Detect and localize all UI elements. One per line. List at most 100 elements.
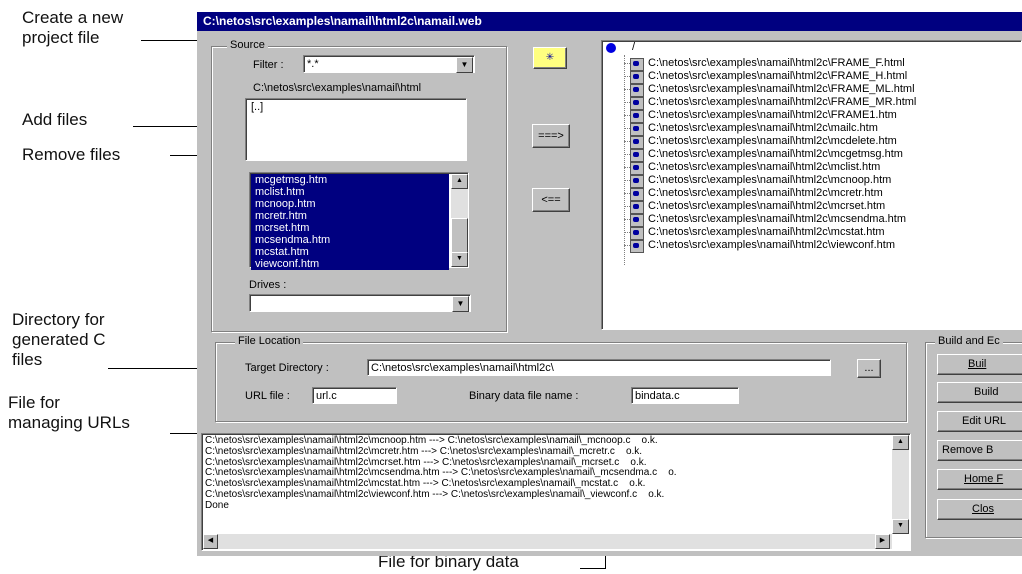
tree-files: C:\netos\src\examples\namail\html2c\FRAM… — [602, 57, 1021, 277]
build-group-label: Build and Ec — [935, 335, 1003, 347]
tree-file-label: C:\netos\src\examples\namail\html2c\mcrs… — [648, 200, 886, 212]
new-project-button[interactable]: ✳ — [533, 47, 567, 69]
html-file-icon — [630, 123, 644, 136]
directory-list[interactable]: [..] — [245, 98, 467, 161]
log-scroll-left-icon[interactable]: ◀ — [203, 534, 218, 549]
binary-file-value: bindata.c — [635, 390, 680, 402]
log-line: Done — [205, 499, 229, 511]
file-list[interactable]: mcgetmsg.htm mclist.htm mcnoop.htm mcret… — [249, 172, 469, 270]
target-directory-value: C:\netos\src\examples\namail\html2c\ — [371, 362, 554, 374]
file-list-item[interactable]: viewconf.htm — [251, 258, 449, 270]
tree-header: / — [632, 41, 636, 53]
current-path: C:\netos\src\examples\namail\html — [253, 82, 422, 94]
build-all-button[interactable]: Build — [937, 382, 1022, 403]
tree-file-label: C:\netos\src\examples\namail\html2c\mcst… — [648, 226, 885, 238]
tree-file-label: C:\netos\src\examples\namail\html2c\mcno… — [648, 174, 892, 186]
file-list-scrollbar[interactable]: ▲ ▼ — [451, 174, 468, 267]
url-file-input[interactable]: url.c — [312, 387, 397, 404]
html-file-icon — [630, 201, 644, 214]
drives-label: Drives : — [249, 279, 287, 291]
callout-create-project: Create a new project file — [22, 8, 124, 47]
file-list-item[interactable]: mclist.htm — [251, 186, 449, 198]
window-title: C:\netos\src\examples\namail\html2c\nama… — [197, 12, 1022, 31]
log-line: C:\netos\src\examples\namail\html2c\mcre… — [205, 445, 643, 457]
callout-remove-files: Remove files — [22, 145, 121, 164]
file-list-item[interactable]: mcrset.htm — [251, 222, 449, 234]
drives-combobox[interactable]: ▼ — [249, 294, 471, 312]
html-file-icon — [630, 97, 644, 110]
tree-file-label: C:\netos\src\examples\namail\html2c\FRAM… — [648, 83, 915, 95]
filter-value: *.* — [307, 58, 319, 70]
browse-button[interactable]: ... — [857, 359, 881, 378]
log-scroll-up-icon[interactable]: ▲ — [892, 435, 909, 450]
target-directory-input[interactable]: C:\netos\src\examples\namail\html2c\ — [367, 359, 831, 376]
drives-dropdown-arrow-icon[interactable]: ▼ — [452, 296, 469, 312]
html-file-icon — [630, 110, 644, 123]
binary-file-label: Binary data file name : — [469, 390, 579, 402]
tree-file-label: C:\netos\src\examples\namail\html2c\mcde… — [648, 135, 897, 147]
log-text: C:\netos\src\examples\namail\html2c\mcno… — [205, 435, 885, 526]
url-file-label: URL file : — [245, 390, 290, 402]
scroll-up-icon[interactable]: ▲ — [451, 174, 468, 189]
callout-add-files: Add files — [22, 110, 88, 129]
file-location-label: File Location — [235, 335, 304, 347]
file-list-item[interactable]: mcretr.htm — [251, 210, 449, 222]
log-scroll-down-icon[interactable]: ▼ — [892, 519, 909, 534]
build-log[interactable]: C:\netos\src\examples\namail\html2c\mcno… — [201, 433, 911, 551]
edit-url-button[interactable]: Edit URL — [937, 411, 1022, 432]
url-file-value: url.c — [316, 390, 337, 402]
scroll-down-icon[interactable]: ▼ — [451, 252, 468, 267]
file-list-item[interactable]: mcsendma.htm — [251, 234, 449, 246]
html-file-icon — [630, 71, 644, 84]
html-file-icon — [630, 240, 644, 253]
build-button[interactable]: Buil — [937, 354, 1022, 375]
callout-file-urls: File for managing URLs — [8, 393, 130, 432]
html2c-window: C:\netos\src\examples\namail\html2c\nama… — [197, 12, 1022, 556]
html-file-icon — [630, 227, 644, 240]
tree-file-label: C:\netos\src\examples\namail\html2c\FRAM… — [648, 57, 905, 69]
source-group-label: Source — [227, 39, 268, 51]
html-file-icon — [630, 58, 644, 71]
tree-file-label: C:\netos\src\examples\namail\html2c\mcli… — [648, 161, 881, 173]
html-file-icon — [630, 136, 644, 149]
log-scrollbar-vertical[interactable]: ▲ ▼ — [892, 435, 909, 534]
tree-file-label: C:\netos\src\examples\namail\html2c\mail… — [648, 122, 878, 134]
html-file-icon — [630, 162, 644, 175]
home-page-button[interactable]: Home F — [937, 469, 1022, 490]
file-list-item[interactable]: mcnoop.htm — [251, 198, 449, 210]
close-button[interactable]: Clos — [937, 499, 1022, 520]
project-tree[interactable]: / C:\netos\src\examples\namail\html2c\FR… — [601, 40, 1022, 330]
tree-file-label: C:\netos\src\examples\namail\html2c\FRAM… — [648, 96, 917, 108]
file-list-item[interactable]: mcstat.htm — [251, 246, 449, 258]
filter-combobox[interactable]: *.* ▼ — [303, 55, 475, 73]
callout-directory-generated: Directory for generated C files — [12, 310, 106, 369]
tree-file-label: C:\netos\src\examples\namail\html2c\mcre… — [648, 187, 883, 199]
tree-file-label: C:\netos\src\examples\namail\html2c\FRAM… — [648, 70, 908, 82]
binary-file-input[interactable]: bindata.c — [631, 387, 739, 404]
filter-dropdown-arrow-icon[interactable]: ▼ — [456, 57, 473, 73]
html-file-icon — [630, 149, 644, 162]
file-list-selection: mcgetmsg.htm mclist.htm mcnoop.htm mcret… — [251, 174, 449, 270]
remove-build-button[interactable]: Remove B — [937, 440, 1022, 461]
remove-files-button[interactable]: <== — [532, 188, 570, 212]
tree-file-label: C:\netos\src\examples\namail\html2c\mcse… — [648, 213, 906, 225]
add-files-button[interactable]: ===> — [532, 124, 570, 148]
tree-file-label: C:\netos\src\examples\namail\html2c\FRAM… — [648, 109, 897, 121]
directory-item[interactable]: [..] — [251, 101, 263, 113]
folder-icon: ✳ — [545, 52, 555, 63]
filter-label: Filter : — [253, 59, 284, 71]
target-directory-label: Target Directory : — [245, 362, 329, 374]
html-file-icon — [630, 175, 644, 188]
log-scroll-right-icon[interactable]: ▶ — [875, 534, 890, 549]
log-scrollbar-horizontal[interactable]: ◀ ▶ — [203, 534, 892, 549]
file-location-group — [215, 342, 907, 422]
html-file-icon — [630, 188, 644, 201]
tree-file-label: C:\netos\src\examples\namail\html2c\view… — [648, 239, 895, 251]
tree-root-node[interactable] — [606, 43, 616, 53]
tree-file-label: C:\netos\src\examples\namail\html2c\mcge… — [648, 148, 903, 160]
html-file-icon — [630, 214, 644, 227]
html-file-icon — [630, 84, 644, 97]
scroll-thumb[interactable] — [451, 218, 468, 254]
file-list-item[interactable]: mcgetmsg.htm — [251, 174, 449, 186]
log-line: C:\netos\src\examples\namail\html2c\view… — [205, 488, 665, 500]
